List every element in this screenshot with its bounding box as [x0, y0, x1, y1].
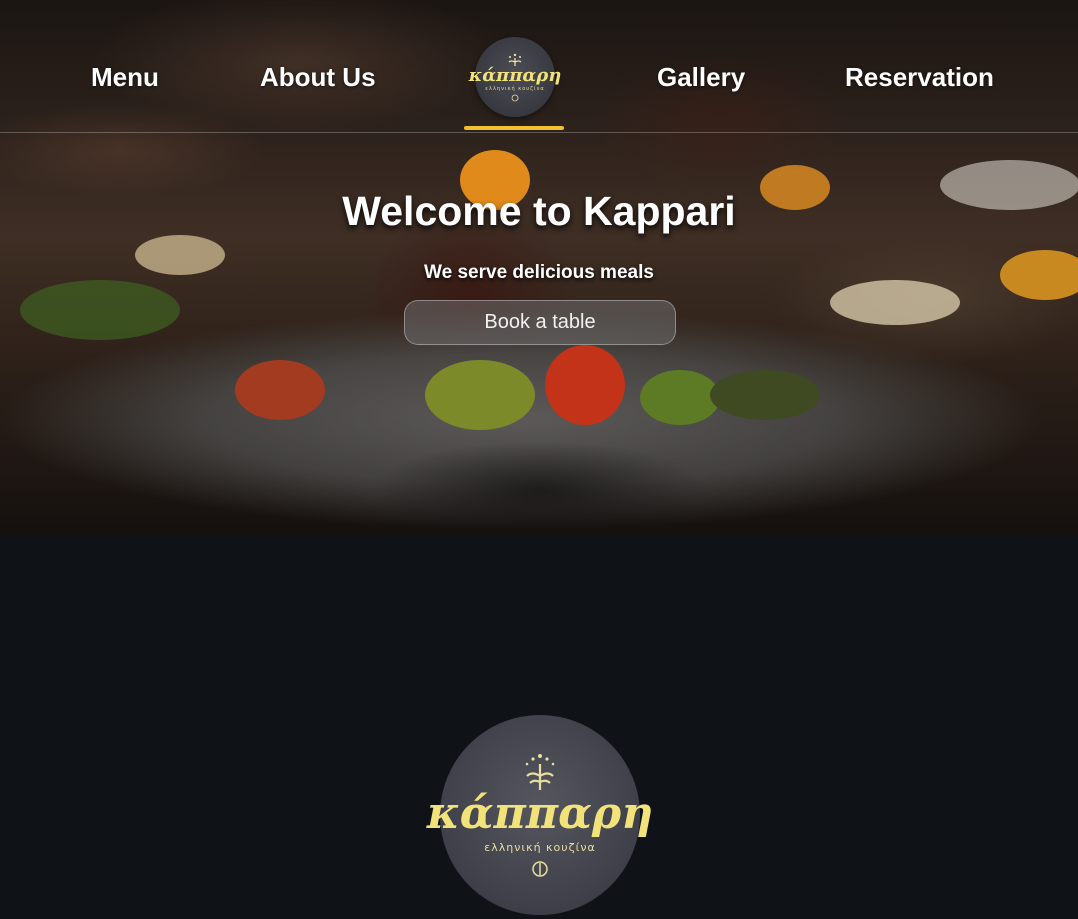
- logo-wordmark: κάππαρη: [468, 64, 562, 86]
- nav-link-menu[interactable]: Menu: [91, 62, 159, 93]
- footer-logo: κάππαρη ελληνική κουζίνα: [427, 715, 653, 915]
- hero-subtitle: We serve delicious meals: [424, 262, 654, 283]
- hero-title: Welcome to Kappari: [342, 188, 736, 234]
- book-table-button[interactable]: Book a table: [404, 300, 676, 345]
- leaf-sprig-icon: [525, 753, 555, 790]
- logo-wordmark: κάππαρη: [426, 787, 654, 839]
- hero-food-image: [235, 360, 325, 420]
- hero-food-image: [710, 370, 820, 420]
- nav-link-gallery[interactable]: Gallery: [657, 62, 745, 93]
- hero-food-image: [20, 280, 180, 340]
- logo-tagline: ελληνική κουζίνα: [484, 840, 596, 854]
- hero-food-image: [425, 360, 535, 430]
- nav-link-about-us[interactable]: About Us: [260, 62, 376, 93]
- logo-emblem-icon: [511, 94, 519, 101]
- active-nav-indicator: [464, 126, 564, 130]
- hero-food-image: [545, 345, 625, 425]
- top-navigation: Menu About Us κάππαρη ελληνική κουζίνα G…: [0, 0, 1078, 133]
- hero-food-image: [830, 280, 960, 325]
- nav-logo[interactable]: κάππαρη ελληνική κουζίνα: [469, 37, 561, 117]
- logo-tagline: ελληνική κουζίνα: [485, 85, 545, 92]
- hero-food-image: [640, 370, 720, 425]
- nav-link-reservation[interactable]: Reservation: [845, 62, 994, 93]
- logo-emblem-icon: [532, 860, 548, 877]
